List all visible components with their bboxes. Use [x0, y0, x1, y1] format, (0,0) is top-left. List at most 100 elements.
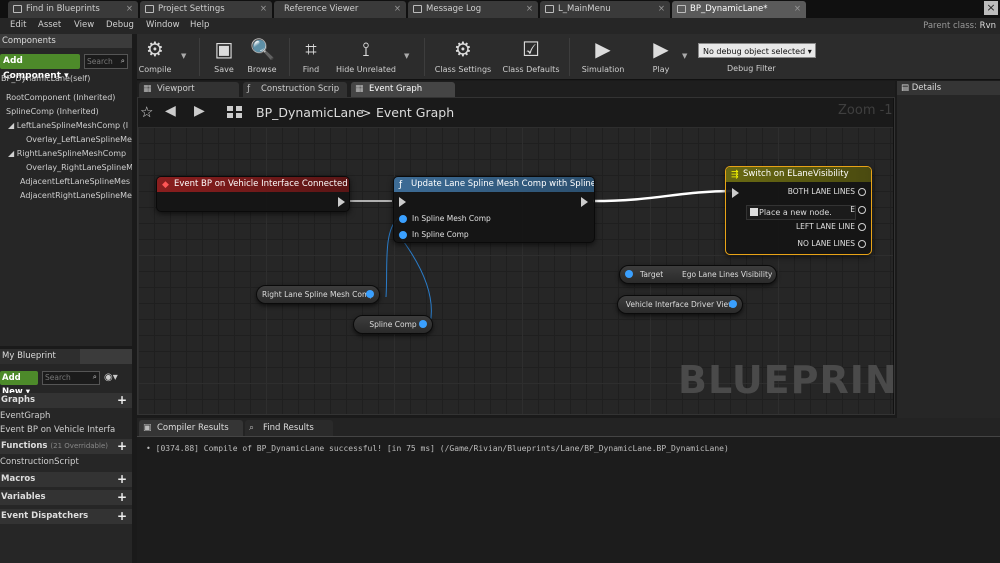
- component-item[interactable]: AdjacentRightLaneSplineMe: [0, 189, 132, 202]
- class-defaults-button[interactable]: ☑ Class Defaults: [497, 36, 565, 74]
- hide-unrelated-button[interactable]: ⟟ Hide Unrelated: [331, 36, 401, 74]
- log-icon: [413, 5, 422, 13]
- var-output-pin[interactable]: [366, 290, 374, 298]
- component-item[interactable]: ◢ RightLaneSplineMeshComp: [0, 147, 132, 160]
- close-icon[interactable]: ×: [794, 1, 801, 17]
- var-spline-comp[interactable]: Spline Comp: [353, 315, 433, 334]
- play-options-arrow[interactable]: ▼: [682, 52, 687, 60]
- component-self[interactable]: BP_DynamicLane(self): [0, 72, 132, 85]
- tab-bp-dynamic-lane[interactable]: BP_DynamicLane* ×: [672, 1, 806, 18]
- close-icon[interactable]: ×: [526, 1, 533, 17]
- var-right-lane-spline-mesh-comp[interactable]: Right Lane Spline Mesh Comp: [256, 285, 380, 304]
- tab-construction-script[interactable]: ƒ Construction Scrip: [243, 82, 347, 97]
- place-new-node-popup[interactable]: Place a new node.: [746, 205, 856, 220]
- class-defaults-icon: ☑: [522, 37, 540, 61]
- target-input-pin[interactable]: [625, 270, 633, 278]
- class-settings-button[interactable]: ⚙ Class Settings: [429, 36, 497, 74]
- hide-unrelated-options-arrow[interactable]: ▼: [404, 52, 409, 60]
- pin-label: E: [850, 205, 855, 214]
- tab-viewport[interactable]: ▦ Viewport: [139, 82, 239, 97]
- window-close-button[interactable]: ×: [984, 1, 998, 15]
- event-node[interactable]: ◆ Event BP on Vehicle Interface Connected: [156, 176, 350, 212]
- menu-help[interactable]: Help: [190, 20, 209, 30]
- menu-asset[interactable]: Asset: [38, 20, 61, 30]
- tab-details[interactable]: ▤ Details: [897, 81, 1000, 95]
- view-options-icon[interactable]: ◉▾: [104, 372, 118, 383]
- component-item[interactable]: SplineComp (Inherited): [0, 105, 99, 118]
- update-lane-node[interactable]: ƒ Update Lane Spline Mesh Comp with Splin…: [393, 176, 595, 243]
- forward-arrow-icon[interactable]: ▶: [194, 103, 205, 119]
- section-variables[interactable]: Variables +: [0, 490, 132, 505]
- event-item[interactable]: Event BP on Vehicle Interfa: [0, 424, 132, 437]
- tab-find-results[interactable]: ⌕ Find Results: [245, 420, 333, 436]
- close-icon[interactable]: ×: [394, 1, 401, 17]
- breadcrumb-blueprint[interactable]: BP_DynamicLane: [256, 105, 364, 120]
- object-input-pin[interactable]: [399, 215, 407, 223]
- compile-button[interactable]: ⚙ Compile: [125, 36, 185, 74]
- add-function-icon[interactable]: +: [117, 439, 127, 454]
- tab-message-log[interactable]: Message Log ×: [408, 1, 538, 18]
- breadcrumb-graph[interactable]: Event Graph: [376, 105, 454, 120]
- tab-my-blueprint[interactable]: My Blueprint: [0, 349, 80, 364]
- add-graph-icon[interactable]: +: [117, 393, 127, 408]
- switch-node[interactable]: ⇶ Switch on ELaneVisibility BOTH LANE LIN…: [725, 166, 872, 255]
- simulation-button[interactable]: ▶ Simulation: [573, 36, 633, 74]
- tab-project-settings[interactable]: Project Settings ×: [140, 1, 272, 18]
- menu-window[interactable]: Window: [146, 20, 180, 30]
- tab-main-menu[interactable]: L_MainMenu ×: [540, 1, 670, 18]
- close-icon[interactable]: ×: [126, 1, 133, 17]
- debug-object-select[interactable]: No debug object selected ▾: [698, 43, 816, 58]
- my-blueprint-search-input[interactable]: Search ⌕: [42, 371, 100, 385]
- section-macros[interactable]: Macros +: [0, 472, 132, 487]
- var-vehicle-interface-driver-view[interactable]: Vehicle Interface Driver View: [617, 295, 743, 314]
- section-graphs[interactable]: Graphs +: [0, 393, 132, 408]
- search-placeholder: Search: [45, 373, 71, 382]
- function-item[interactable]: ConstructionScript: [0, 456, 132, 469]
- data-wire: [397, 233, 432, 325]
- graph-item-eventgraph[interactable]: EventGraph: [0, 410, 132, 423]
- exec-output-pin[interactable]: [858, 188, 866, 196]
- var-output-pin[interactable]: [729, 300, 737, 308]
- add-variable-icon[interactable]: +: [117, 490, 127, 505]
- component-item[interactable]: Overlay_RightLaneSplineM: [0, 161, 132, 174]
- parent-class-value[interactable]: Rvn: [980, 21, 996, 31]
- component-item[interactable]: RootComponent (Inherited): [0, 91, 115, 104]
- components-search-input[interactable]: Search ⌕: [84, 54, 128, 69]
- exec-input-pin[interactable]: [399, 197, 406, 207]
- target-label: Target: [640, 270, 664, 279]
- component-item[interactable]: AdjacentLeftLaneSplineMes: [0, 175, 132, 188]
- tab-reference-viewer[interactable]: Reference Viewer ×: [274, 1, 406, 18]
- close-icon[interactable]: ×: [658, 1, 665, 17]
- section-functions[interactable]: Functions (21 Overridable) +: [0, 439, 132, 454]
- tab-event-graph[interactable]: ▦ Event Graph: [351, 82, 455, 97]
- compile-options-arrow[interactable]: ▼: [181, 52, 186, 60]
- exec-output-pin[interactable]: [858, 223, 866, 231]
- add-new-button[interactable]: Add New ▾: [0, 371, 38, 397]
- bookmark-star-icon[interactable]: ☆: [140, 103, 153, 121]
- var-ego-lane-lines-visibility[interactable]: Target Ego Lane Lines Visibility: [619, 265, 777, 284]
- back-arrow-icon[interactable]: ◀: [165, 103, 176, 119]
- object-input-pin[interactable]: [399, 231, 407, 239]
- exec-input-pin[interactable]: [732, 188, 739, 198]
- tab-find-in-blueprints[interactable]: Find in Blueprints ×: [8, 1, 138, 18]
- menu-view[interactable]: View: [74, 20, 94, 30]
- menu-edit[interactable]: Edit: [10, 20, 26, 30]
- tab-compiler-results[interactable]: ▣ Compiler Results: [139, 420, 243, 436]
- var-output-pin[interactable]: [419, 320, 427, 328]
- compile-log-message: • [0374.88] Compile of BP_DynamicLane su…: [146, 444, 729, 453]
- component-item[interactable]: Overlay_LeftLaneSplineMe: [0, 133, 132, 146]
- menu-debug[interactable]: Debug: [106, 20, 134, 30]
- section-event-dispatchers[interactable]: Event Dispatchers +: [0, 509, 132, 524]
- exec-output-pin[interactable]: [858, 240, 866, 248]
- close-icon[interactable]: ×: [260, 1, 267, 17]
- browse-label: Browse: [247, 65, 277, 74]
- exec-output-pin[interactable]: [858, 206, 866, 214]
- exec-output-pin[interactable]: [581, 197, 588, 207]
- compile-icon: ⚙: [146, 37, 164, 61]
- component-item[interactable]: ◢ LeftLaneSplineMeshComp (I: [0, 119, 132, 132]
- add-component-button[interactable]: Add Component ▾: [0, 54, 80, 81]
- find-icon: [13, 5, 22, 13]
- exec-output-pin[interactable]: [338, 197, 345, 207]
- add-macro-icon[interactable]: +: [117, 472, 127, 487]
- add-dispatcher-icon[interactable]: +: [117, 509, 127, 524]
